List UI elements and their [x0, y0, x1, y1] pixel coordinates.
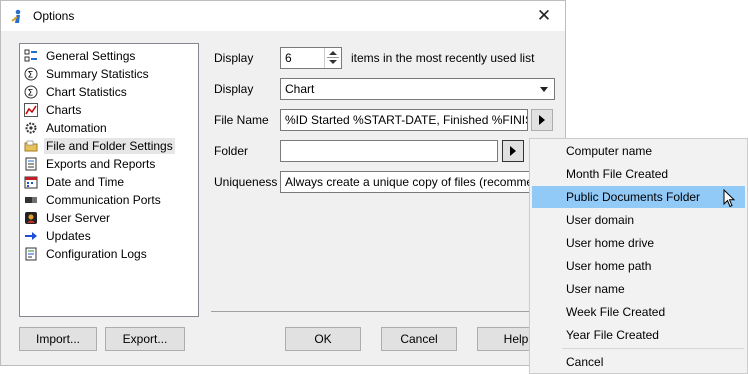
server-icon [25, 212, 37, 224]
display-type-select[interactable]: Chart [280, 78, 555, 100]
menu-item-month-file-created[interactable]: Month File Created [532, 163, 745, 185]
folder-icon [24, 140, 38, 152]
title-bar: Options ✕ [1, 1, 565, 31]
tree-item-configuration-logs[interactable]: Configuration Logs [24, 245, 149, 263]
import-button[interactable]: Import... [19, 327, 97, 351]
tree-item-label: Communication Ports [46, 193, 161, 207]
tree-item-automation[interactable]: Automation [24, 119, 109, 137]
stats-icon: Σ [24, 67, 38, 81]
display-type-value: Chart [285, 82, 315, 96]
menu-separator [562, 348, 744, 349]
tree-item-label: Charts [46, 103, 82, 117]
tree-item-summary-statistics[interactable]: Σ Summary Statistics [24, 65, 151, 83]
tree-item-exports-and-reports[interactable]: Exports and Reports [24, 155, 157, 173]
tree-item-date-and-time[interactable]: Date and Time [24, 173, 126, 191]
tree-item-label: Chart Statistics [46, 85, 127, 99]
display-count-stepper[interactable]: 6 [280, 47, 342, 69]
menu-item-user-name[interactable]: User name [532, 278, 745, 300]
calendar-icon [24, 176, 38, 189]
window-title: Options [33, 9, 75, 23]
folder-insert-button[interactable] [502, 140, 524, 162]
uniqueness-value: Always create a unique copy of files (re… [285, 175, 532, 189]
options-dialog: Options ✕ General Settings Σ Summary Sta… [0, 0, 566, 366]
menu-item-computer-name[interactable]: Computer name [532, 140, 745, 162]
filename-label: File Name [214, 113, 269, 127]
uniqueness-label: Uniqueness [214, 175, 278, 189]
tree-item-label: Date and Time [46, 175, 125, 189]
ok-button[interactable]: OK [285, 327, 361, 351]
port-icon [25, 197, 37, 203]
display-count-value: 6 [285, 51, 292, 65]
tree-item-communication-ports[interactable]: Communication Ports [24, 191, 163, 209]
folder-variable-menu: Computer name Month File Created Public … [529, 138, 748, 374]
mouse-pointer-icon [723, 189, 736, 208]
tree-item-label: Configuration Logs [46, 247, 147, 261]
menu-item-week-file-created[interactable]: Week File Created [532, 301, 745, 323]
gear-icon [25, 122, 37, 134]
menu-item-public-documents-folder[interactable]: Public Documents Folder [532, 186, 745, 208]
export-button[interactable]: Export... [105, 327, 185, 351]
uniqueness-select[interactable]: Always create a unique copy of files (re… [280, 171, 532, 193]
app-icon [11, 9, 21, 23]
button-separator [211, 311, 557, 312]
filename-insert-button[interactable] [531, 109, 553, 131]
display-count-suffix: items in the most recently used list [351, 51, 535, 65]
tree-item-label: File and Folder Settings [44, 138, 175, 154]
folder-input[interactable] [280, 140, 498, 162]
folder-label: Folder [214, 144, 249, 158]
tree-item-label: Updates [46, 229, 91, 243]
menu-item-cancel[interactable]: Cancel [532, 351, 745, 373]
menu-item-user-domain[interactable]: User domain [532, 209, 745, 231]
tree-item-label: Summary Statistics [46, 67, 149, 81]
menu-item-user-home-path[interactable]: User home path [532, 255, 745, 277]
filename-input[interactable]: %ID Started %START-DATE, Finished %FINIS… [280, 109, 528, 131]
menu-item-user-home-drive[interactable]: User home drive [532, 232, 745, 254]
report-icon [25, 157, 37, 171]
tree-item-label: General Settings [46, 49, 136, 63]
cancel-button[interactable]: Cancel [381, 327, 457, 351]
display-type-label: Display [214, 82, 254, 96]
log-icon [25, 247, 37, 261]
tree-item-updates[interactable]: Updates [24, 227, 93, 245]
chevron-down-icon[interactable] [536, 79, 553, 99]
grid-icon [24, 49, 37, 62]
svg-text:Σ: Σ [28, 71, 34, 81]
tree-item-label: Automation [46, 121, 107, 135]
stats-icon: Σ [24, 85, 38, 99]
stepper-arrows-icon[interactable] [324, 48, 341, 68]
close-icon[interactable]: ✕ [529, 4, 559, 28]
menu-item-year-file-created[interactable]: Year File Created [532, 324, 745, 346]
tree-item-label: User Server [46, 211, 111, 225]
display-label: Display [214, 51, 254, 65]
arrow-right-icon [25, 232, 37, 240]
tree-item-chart-statistics[interactable]: Σ Chart Statistics [24, 83, 129, 101]
tree-item-user-server[interactable]: User Server [24, 209, 112, 227]
svg-text:Σ: Σ [28, 89, 34, 99]
chart-line-icon [24, 103, 38, 117]
tree-item-label: Exports and Reports [46, 157, 156, 171]
tree-item-file-and-folder-settings[interactable]: File and Folder Settings [24, 137, 175, 155]
tree-item-charts[interactable]: Charts [24, 101, 83, 119]
settings-tree[interactable]: General Settings Σ Summary Statistics Σ … [19, 43, 199, 317]
tree-item-general-settings[interactable]: General Settings [24, 47, 137, 65]
filename-value: %ID Started %START-DATE, Finished %FINIS… [285, 113, 528, 127]
